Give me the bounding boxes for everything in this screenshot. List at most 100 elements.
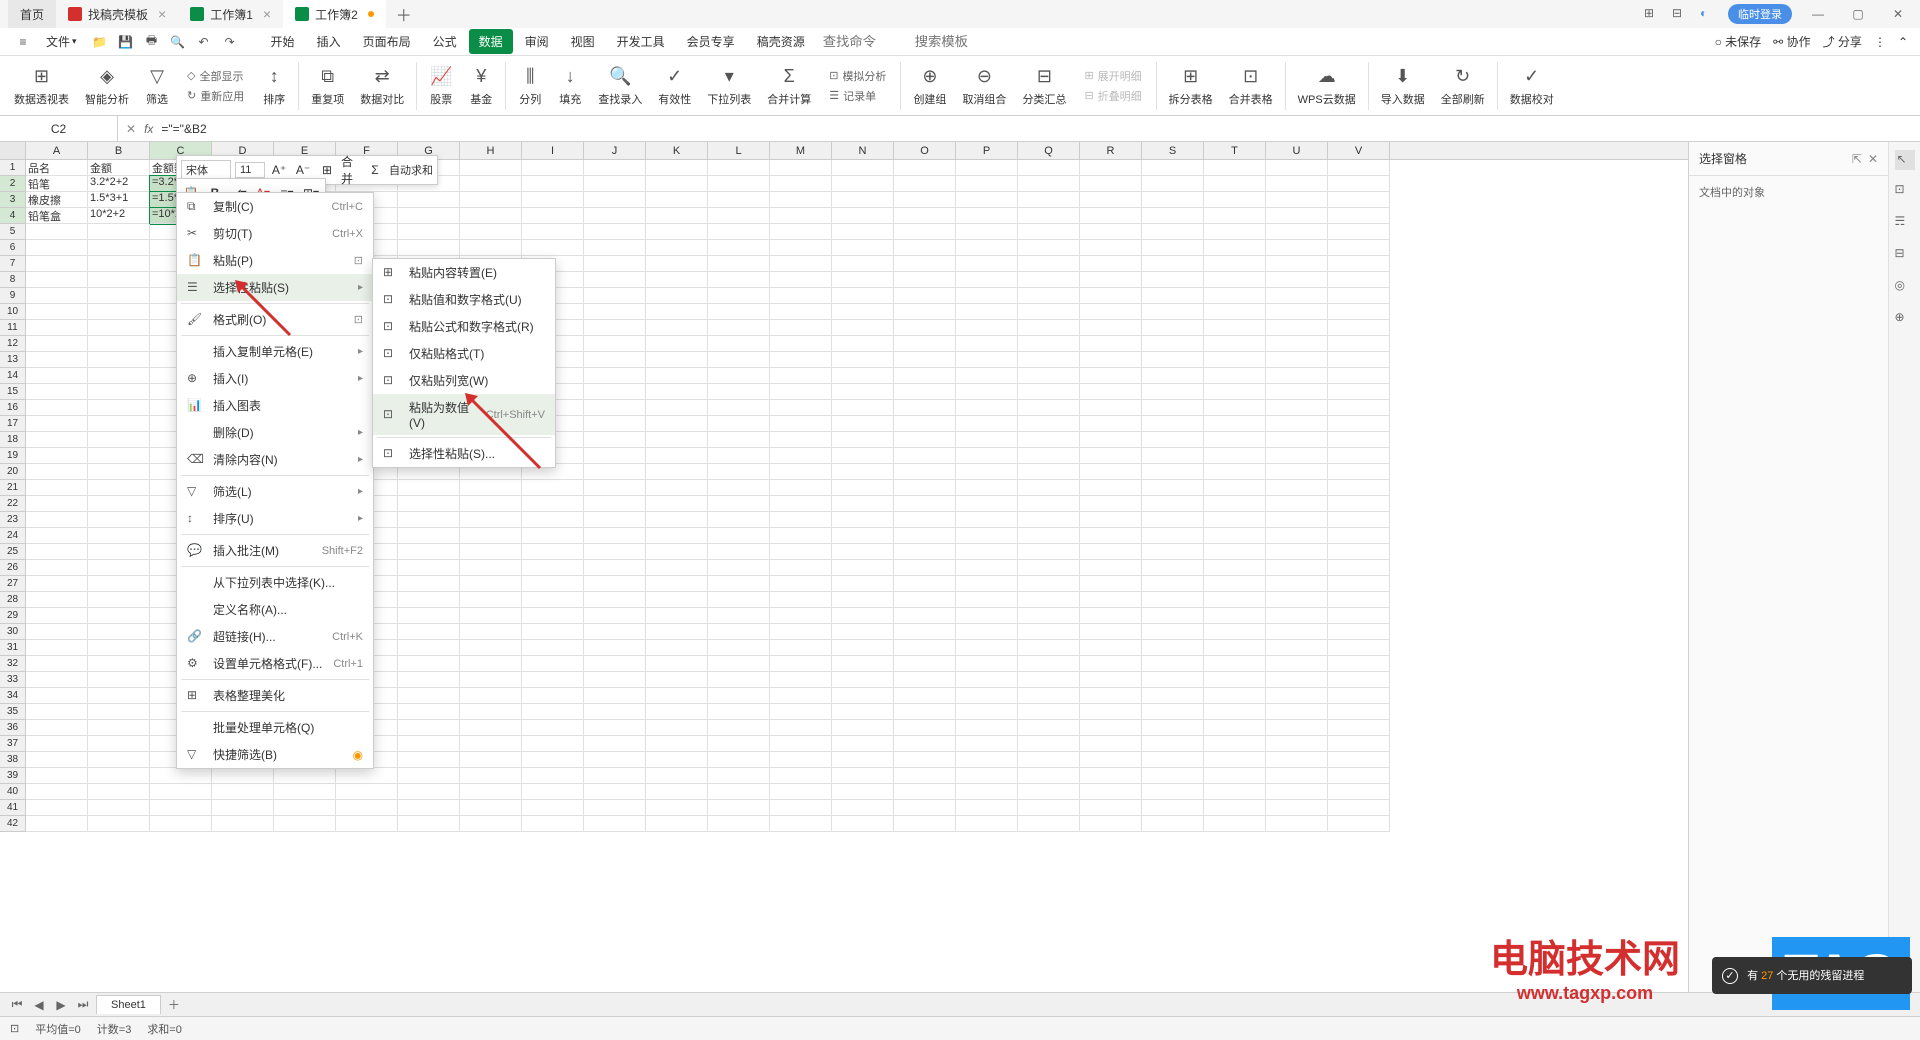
- cell[interactable]: [1080, 608, 1142, 624]
- cell[interactable]: [1328, 352, 1390, 368]
- cell[interactable]: [708, 256, 770, 272]
- cell[interactable]: [646, 496, 708, 512]
- cell[interactable]: [770, 688, 832, 704]
- cell[interactable]: [956, 544, 1018, 560]
- cell[interactable]: [1080, 384, 1142, 400]
- cell[interactable]: [1142, 768, 1204, 784]
- cell[interactable]: [894, 576, 956, 592]
- cell[interactable]: [956, 208, 1018, 224]
- cell[interactable]: [88, 768, 150, 784]
- cell[interactable]: [522, 592, 584, 608]
- cell[interactable]: [832, 400, 894, 416]
- cell[interactable]: [956, 576, 1018, 592]
- cell[interactable]: [398, 480, 460, 496]
- font-size-select[interactable]: 11: [235, 162, 265, 178]
- cell[interactable]: [1018, 256, 1080, 272]
- cell[interactable]: [956, 432, 1018, 448]
- row-header[interactable]: 41: [0, 800, 26, 816]
- cell[interactable]: [584, 208, 646, 224]
- cell[interactable]: [522, 560, 584, 576]
- cell[interactable]: [708, 752, 770, 768]
- cell[interactable]: [1142, 704, 1204, 720]
- merge-table-button[interactable]: ⊡合并表格: [1221, 58, 1281, 114]
- cell[interactable]: [398, 624, 460, 640]
- cell[interactable]: [584, 352, 646, 368]
- cell[interactable]: [26, 624, 88, 640]
- cell[interactable]: [1018, 448, 1080, 464]
- cell[interactable]: [26, 352, 88, 368]
- cell[interactable]: [646, 704, 708, 720]
- cell[interactable]: [1266, 304, 1328, 320]
- cell[interactable]: [26, 288, 88, 304]
- cell[interactable]: [1018, 320, 1080, 336]
- cell[interactable]: [894, 544, 956, 560]
- cell[interactable]: [708, 512, 770, 528]
- cell[interactable]: [832, 272, 894, 288]
- cell[interactable]: [584, 560, 646, 576]
- tool-icon[interactable]: ☴: [1895, 214, 1915, 234]
- cell[interactable]: [646, 368, 708, 384]
- cell[interactable]: [398, 768, 460, 784]
- cell[interactable]: [1204, 784, 1266, 800]
- cell[interactable]: [894, 592, 956, 608]
- cell[interactable]: [1142, 624, 1204, 640]
- cell[interactable]: [460, 816, 522, 832]
- cell[interactable]: [1266, 240, 1328, 256]
- row-header[interactable]: 25: [0, 544, 26, 560]
- cell[interactable]: [88, 784, 150, 800]
- cell[interactable]: [1142, 544, 1204, 560]
- cell[interactable]: [708, 800, 770, 816]
- row-header[interactable]: 36: [0, 720, 26, 736]
- cooperation-button[interactable]: ⚯ 协作: [1773, 33, 1810, 50]
- cell[interactable]: [1080, 496, 1142, 512]
- record-form-button[interactable]: ☰ 记录单: [825, 87, 890, 105]
- cell[interactable]: [88, 304, 150, 320]
- cell[interactable]: [1328, 496, 1390, 512]
- cell[interactable]: [1018, 272, 1080, 288]
- cell[interactable]: [646, 816, 708, 832]
- cancel-formula-icon[interactable]: ✕: [126, 122, 136, 136]
- cell[interactable]: [460, 752, 522, 768]
- cell[interactable]: [1204, 448, 1266, 464]
- paste-as-value-item[interactable]: ⊡粘贴为数值(V)Ctrl+Shift+V: [373, 394, 555, 435]
- row-header[interactable]: 35: [0, 704, 26, 720]
- copy-item[interactable]: ⧉复制(C)Ctrl+C: [177, 193, 373, 220]
- cell[interactable]: [88, 512, 150, 528]
- cell[interactable]: [1204, 544, 1266, 560]
- cell[interactable]: [956, 528, 1018, 544]
- cell[interactable]: [336, 784, 398, 800]
- cell[interactable]: [1266, 336, 1328, 352]
- cell[interactable]: [398, 592, 460, 608]
- cell[interactable]: [584, 384, 646, 400]
- cell[interactable]: [584, 640, 646, 656]
- row-header[interactable]: 22: [0, 496, 26, 512]
- cell[interactable]: [646, 192, 708, 208]
- row-header[interactable]: 28: [0, 592, 26, 608]
- cell[interactable]: [1018, 672, 1080, 688]
- cell[interactable]: [1080, 592, 1142, 608]
- cell[interactable]: [26, 384, 88, 400]
- cell[interactable]: [26, 592, 88, 608]
- paste-values-fmt-item[interactable]: ⊡粘贴值和数字格式(U): [373, 286, 555, 313]
- cell[interactable]: [26, 544, 88, 560]
- cell[interactable]: [1328, 288, 1390, 304]
- cell[interactable]: [522, 784, 584, 800]
- cell[interactable]: [894, 432, 956, 448]
- row-header[interactable]: 16: [0, 400, 26, 416]
- menu-view[interactable]: 视图: [561, 29, 605, 54]
- cell[interactable]: [646, 400, 708, 416]
- cell[interactable]: [894, 496, 956, 512]
- cell[interactable]: [150, 800, 212, 816]
- cell[interactable]: [646, 240, 708, 256]
- cell[interactable]: [88, 272, 150, 288]
- cell[interactable]: [88, 816, 150, 832]
- cell[interactable]: [1204, 672, 1266, 688]
- cell[interactable]: [832, 624, 894, 640]
- merge-button[interactable]: ⊞: [317, 160, 337, 180]
- cell[interactable]: [770, 272, 832, 288]
- row-header[interactable]: 24: [0, 528, 26, 544]
- cell[interactable]: [956, 496, 1018, 512]
- file-menu[interactable]: 文件▾: [38, 31, 85, 52]
- cell[interactable]: [88, 352, 150, 368]
- cell[interactable]: [1266, 464, 1328, 480]
